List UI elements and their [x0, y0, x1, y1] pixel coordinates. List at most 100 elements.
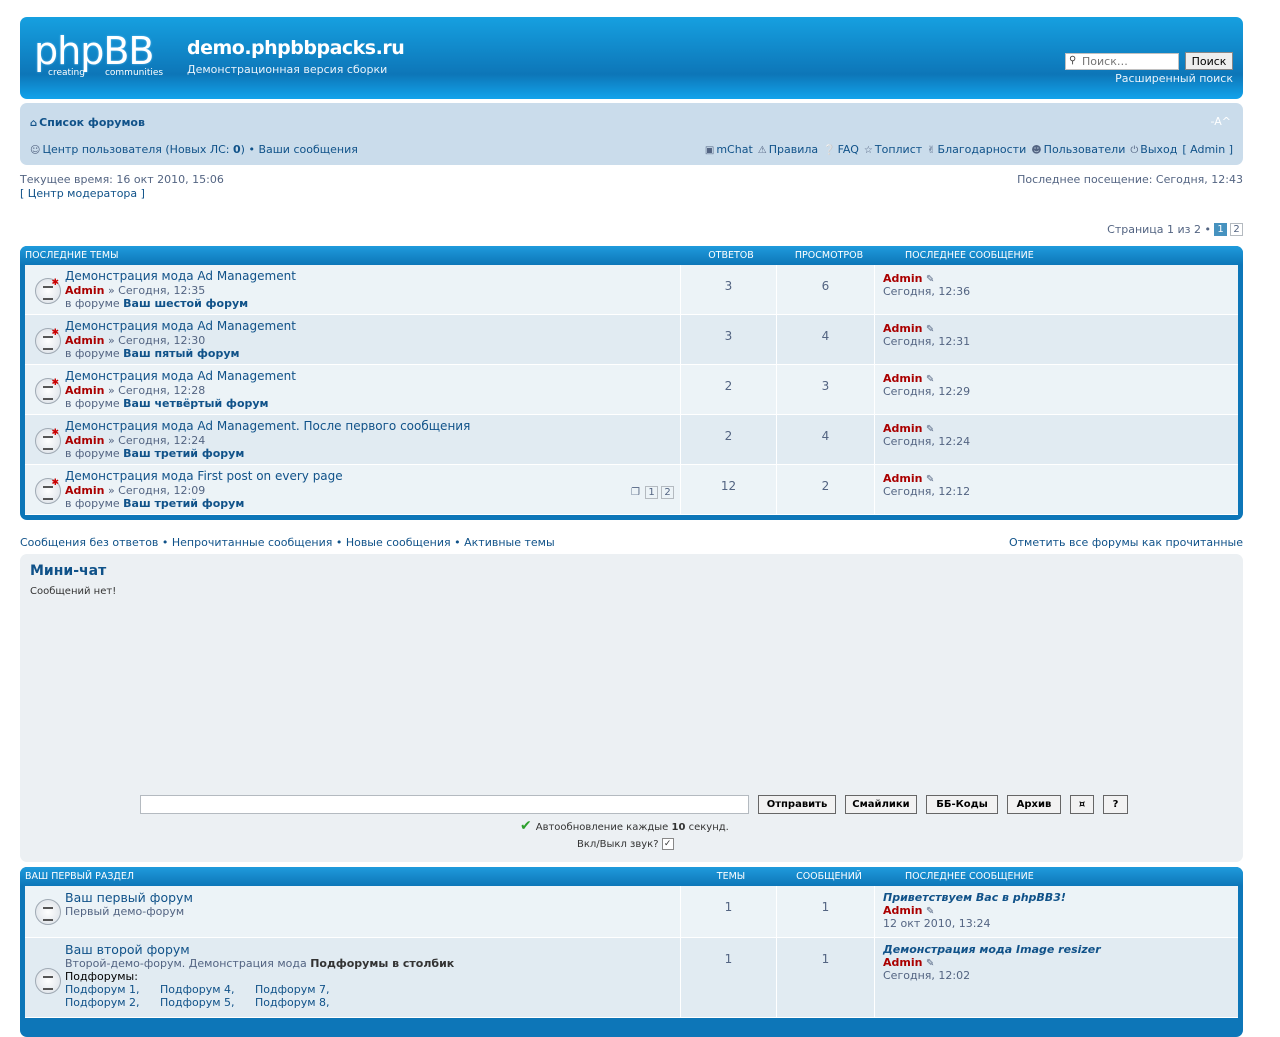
chat-smilies-button[interactable]: Смайлики — [845, 795, 917, 814]
view-post-icon[interactable]: ✎ — [926, 324, 934, 335]
chat-icon: ▣ — [704, 145, 715, 156]
nav-link-label: Выход — [1140, 143, 1178, 156]
nav-link-label: FAQ — [837, 143, 859, 156]
last-post-author[interactable]: Admin — [883, 472, 922, 485]
chat-empty-text: Сообщений нет! — [30, 586, 117, 597]
breadcrumb[interactable]: ⌂ Список форумов — [30, 116, 145, 129]
view-post-icon[interactable]: ✎ — [926, 274, 934, 285]
chat-bbcodes-button[interactable]: ББ-Коды — [926, 795, 998, 814]
page-link[interactable]: 2 — [1230, 223, 1243, 236]
quick-links[interactable]: Сообщения без ответов • Непрочитанные со… — [20, 536, 555, 549]
subforum-link[interactable]: Подфорум 8, — [255, 996, 350, 1009]
search-button[interactable]: Поиск — [1185, 52, 1233, 70]
topic-pagination: ❐ 1 2 — [631, 486, 674, 499]
search-box: ⚲ Поиск — [1065, 52, 1233, 70]
last-post-author[interactable]: Admin — [883, 904, 922, 917]
site-logo[interactable]: phpBB creating communities — [34, 31, 174, 85]
topic-author[interactable]: Admin — [65, 284, 104, 297]
topic-forum-link[interactable]: Ваш третий форум — [123, 497, 244, 510]
last-post-author[interactable]: Admin — [883, 372, 922, 385]
last-post-author[interactable]: Admin — [883, 422, 922, 435]
subforum-link[interactable]: Подфорум 2, — [65, 996, 160, 1009]
forum-list-link[interactable]: Список форумов — [39, 116, 145, 129]
nav-link-toplist[interactable]: ☆ Топлист — [864, 143, 922, 156]
topic-forum-link[interactable]: Ваш четвёртый форум — [123, 397, 268, 410]
topic-title[interactable]: Демонстрация мода Ad Management — [65, 319, 680, 333]
last-post-title[interactable]: Демонстрация мода Image resizer — [883, 943, 1101, 956]
mcp-link[interactable]: [ Центр модератора ] — [20, 187, 145, 200]
subforum-link[interactable]: Подфорум 4, — [160, 983, 255, 996]
forum-topics-count: 1 — [681, 886, 777, 937]
last-post-author[interactable]: Admin — [883, 956, 922, 969]
auto-refresh-label-end: секунд. — [685, 822, 729, 833]
nav-link-users[interactable]: ☻ Пользователи — [1031, 143, 1125, 156]
forum-topics-count: 1 — [681, 938, 777, 1017]
nav-link-label: Благодарности — [937, 143, 1027, 156]
topic-views: 4 — [777, 415, 875, 464]
nav-link-label: Правила — [768, 143, 819, 156]
advanced-search-link[interactable]: Расширенный поиск — [1115, 72, 1233, 85]
search-input[interactable] — [1065, 52, 1179, 70]
nav-link-label: Пользователи — [1043, 143, 1126, 156]
sound-checkbox[interactable]: ✓ — [661, 838, 674, 850]
nav-link-rules[interactable]: ⚠ Правила — [758, 143, 818, 156]
nav-link-logout[interactable]: ⏻ Выход — [1130, 143, 1177, 156]
view-post-icon[interactable]: ✎ — [926, 374, 934, 385]
topic-row: ✱ Демонстрация мода Ad Management Admin » … — [25, 365, 1238, 415]
topic-forum-link[interactable]: Ваш третий форум — [123, 447, 244, 460]
nav-link-thanks[interactable]: ✌ Благодарности — [927, 143, 1026, 156]
your-posts-link[interactable]: • Ваши сообщения — [248, 143, 357, 156]
last-post-time: 12 окт 2010, 13:24 — [883, 917, 991, 930]
search-icon: ⚲ — [1069, 55, 1077, 66]
forum-subforums-icon — [35, 968, 61, 994]
chat-archive-button[interactable]: Архив — [1007, 795, 1061, 814]
last-post-author[interactable]: Admin — [883, 322, 922, 335]
forum-posts-count: 1 — [777, 938, 875, 1017]
chat-help-button[interactable]: ? — [1103, 795, 1128, 814]
topic-title[interactable]: Демонстрация мода Ad Management — [65, 369, 680, 383]
topic-page-link[interactable]: 2 — [661, 486, 674, 499]
subforum-link[interactable]: Подфорум 5, — [160, 996, 255, 1009]
topic-title[interactable]: Демонстрация мода First post on every pa… — [65, 469, 680, 483]
topic-title[interactable]: Демонстрация мода Ad Management — [65, 269, 680, 283]
view-post-icon[interactable]: ✎ — [926, 958, 934, 969]
nav-link-mchat[interactable]: ▣ mChat — [705, 143, 753, 156]
forum-title[interactable]: Ваш второй форум — [65, 942, 680, 957]
logout-user[interactable]: [ Admin ] — [1182, 143, 1233, 156]
topic-time: » Сегодня, 12:30 — [107, 334, 206, 347]
chat-clear-button[interactable]: ¤ — [1070, 795, 1094, 814]
topic-title[interactable]: Демонстрация мода Ad Management. После п… — [65, 419, 680, 433]
last-post-author[interactable]: Admin — [883, 272, 922, 285]
view-post-icon[interactable]: ✎ — [926, 424, 934, 435]
chat-message-input[interactable] — [140, 795, 749, 814]
topic-in-forum-label: в форуме — [65, 297, 124, 310]
site-title[interactable]: demo.phpbbpacks.ru — [187, 37, 405, 59]
topic-author[interactable]: Admin — [65, 434, 104, 447]
topic-page-link[interactable]: 1 — [645, 486, 658, 499]
page-current[interactable]: 1 — [1214, 223, 1227, 236]
forum-title[interactable]: Ваш первый форум — [65, 890, 680, 905]
topic-forum-link[interactable]: Ваш шестой форум — [123, 297, 248, 310]
sound-toggle-label: Вкл/Выкл звук? — [577, 839, 659, 850]
view-post-icon[interactable]: ✎ — [926, 474, 934, 485]
last-post-title[interactable]: Приветствуем Вас в phpBB3! — [883, 891, 1066, 904]
topic-author[interactable]: Admin — [65, 384, 104, 397]
subforum-link[interactable]: Подфорум 1, — [65, 983, 160, 996]
last-post-time: Сегодня, 12:24 — [883, 435, 971, 448]
ucp-link[interactable]: Центр пользователя (Новых ЛС: 0) — [42, 143, 245, 156]
topic-in-forum-label: в форуме — [65, 447, 124, 460]
mark-all-read-link[interactable]: Отметить все форумы как прочитанные — [1009, 536, 1243, 549]
topic-author[interactable]: Admin — [65, 484, 104, 497]
topic-forum-link[interactable]: Ваш пятый форум — [123, 347, 239, 360]
check-icon: ✔ — [520, 818, 532, 834]
nav-link-faq[interactable]: ❔ FAQ — [823, 143, 859, 156]
font-size-control[interactable]: -A^ — [1211, 115, 1231, 128]
sound-toggle: Вкл/Выкл звук? ✓ — [577, 838, 674, 850]
chat-send-button[interactable]: Отправить — [758, 795, 836, 814]
last-visit: Последнее посещение: Сегодня, 12:43 — [1017, 173, 1243, 186]
view-post-icon[interactable]: ✎ — [926, 906, 934, 917]
topic-author[interactable]: Admin — [65, 334, 104, 347]
subforum-link[interactable]: Подфорум 7, — [255, 983, 350, 996]
ucp-label: Центр пользователя (Новых ЛС: — [42, 143, 234, 156]
header-title: Последние темы — [25, 250, 119, 261]
